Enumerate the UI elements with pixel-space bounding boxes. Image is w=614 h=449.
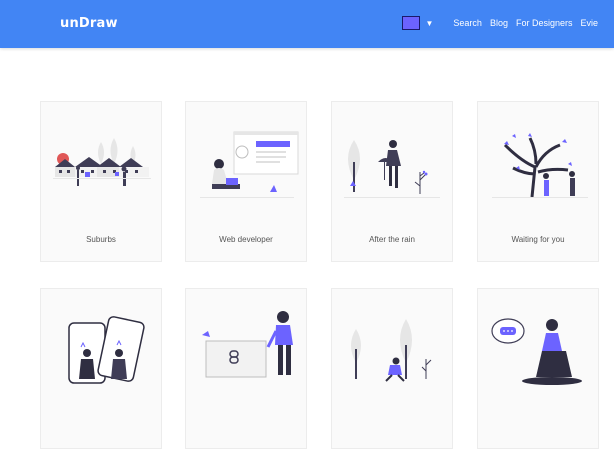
card-label: After the rain [369, 235, 415, 244]
illustration-card-after-the-rain[interactable]: After the rain [331, 101, 453, 262]
illustration-card-web-developer[interactable]: Web developer [185, 101, 307, 262]
brand-logo[interactable]: unDraw [60, 16, 118, 31]
illustration-card-chat-woman[interactable] [477, 288, 599, 449]
waiting-for-you-illustration-icon [492, 133, 588, 198]
link-illustration-icon [202, 311, 293, 378]
illustration-card-suburbs[interactable]: Suburbs [40, 101, 162, 262]
selfie-photos-illustration-icon [68, 316, 145, 384]
card-label: Suburbs [86, 235, 116, 244]
suburbs-illustration-icon [53, 138, 151, 186]
top-navigation-bar: unDraw ▼ Search Blog For Designers Evie [0, 0, 614, 48]
illustration-card-selfie-photos[interactable] [40, 288, 162, 449]
card-label: Web developer [219, 235, 273, 244]
web-developer-illustration-icon [200, 131, 299, 198]
color-picker-swatch[interactable] [402, 16, 421, 30]
illustration-card-outdoor-person[interactable] [331, 288, 453, 449]
after-the-rain-illustration-icon [344, 140, 440, 198]
nav-blog-link[interactable]: Blog [490, 18, 508, 28]
nav-links: ▼ Search Blog For Designers Evie [402, 16, 598, 30]
nav-for-designers-link[interactable]: For Designers [516, 18, 573, 28]
nav-user-link[interactable]: Evie [580, 18, 598, 28]
illustration-card-waiting-for-you[interactable]: Waiting for you [477, 101, 599, 262]
nav-search-link[interactable]: Search [453, 18, 482, 28]
card-label: Waiting for you [511, 235, 565, 244]
outdoor-person-illustration-icon [351, 319, 432, 382]
chevron-down-icon[interactable]: ▼ [425, 19, 433, 28]
chat-woman-illustration-icon [491, 318, 582, 385]
illustration-card-link[interactable] [185, 288, 307, 449]
